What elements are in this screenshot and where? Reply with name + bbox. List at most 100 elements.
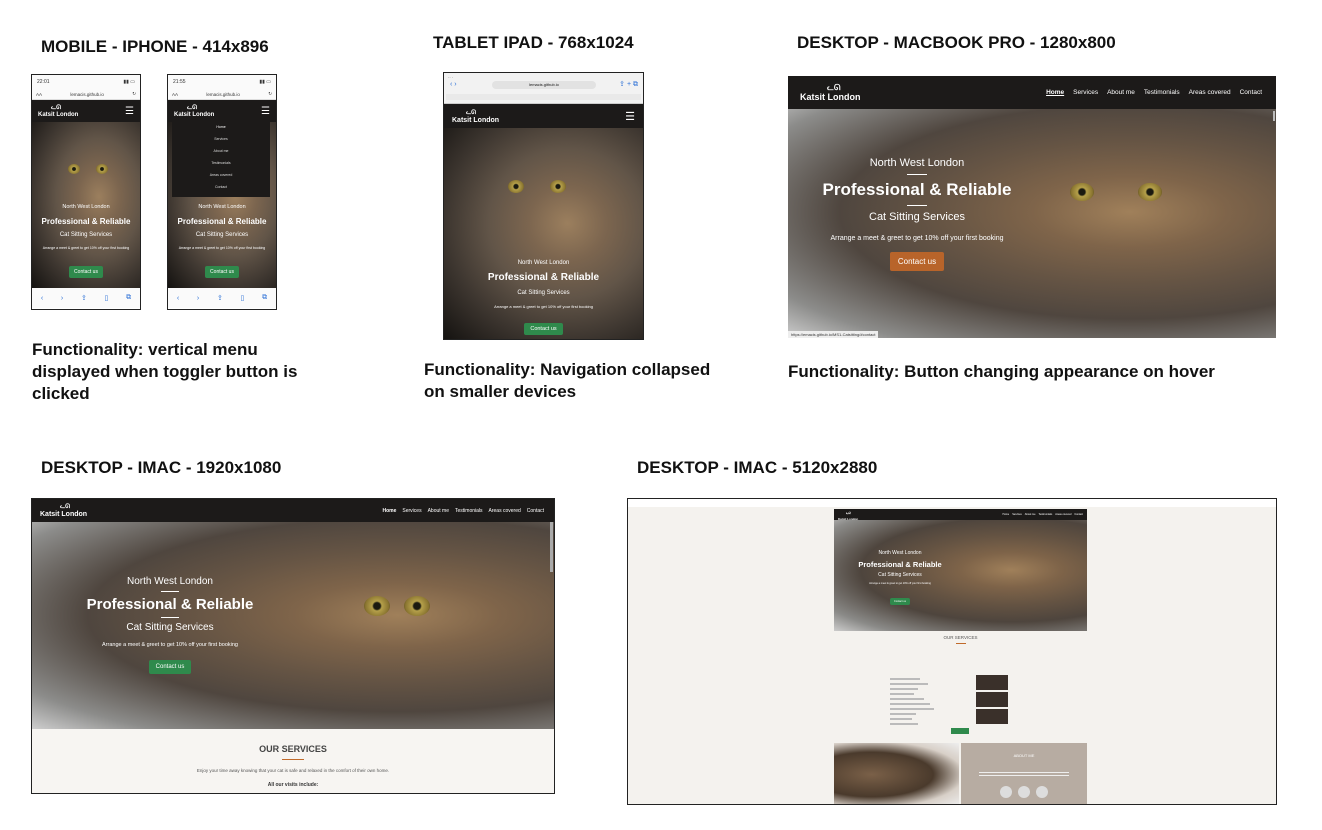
hamburger-icon[interactable]: ☰ [261, 106, 270, 117]
bookmarks-icon[interactable]: ▯ [241, 294, 245, 302]
cat-eye [404, 596, 430, 616]
brand-name[interactable]: Katsit London [174, 112, 214, 118]
service-card[interactable] [976, 692, 1008, 707]
menu-item-about[interactable]: About me [172, 149, 270, 161]
macbook-screenshot: ᓚᘏ Katsit London Home Services About me … [788, 76, 1276, 338]
nav-areas[interactable]: Areas covered [1055, 513, 1071, 516]
nav-contact[interactable]: Contact [527, 508, 544, 514]
cat-eye [550, 180, 566, 193]
share-icon[interactable]: ⇪ [81, 294, 87, 302]
nav-services[interactable]: Services [402, 508, 421, 514]
tabs-icon[interactable]: ⇪ + ⧉ [619, 80, 638, 89]
tabs-icon[interactable]: ⧉ [126, 294, 131, 302]
text-size-button[interactable]: AA [36, 92, 42, 97]
contact-button[interactable]: Contact us [205, 266, 239, 278]
services-title: OUR SERVICES [943, 635, 978, 640]
nav-home[interactable]: Home [1003, 513, 1010, 516]
menu-item-home[interactable]: Home [172, 125, 270, 137]
battery-icon: ▮▮ ▭ [123, 79, 135, 85]
service-card[interactable] [976, 675, 1008, 690]
hero-divider [161, 591, 179, 592]
list-item [890, 693, 914, 695]
reload-icon[interactable]: ↻ [132, 91, 136, 97]
about-photo [834, 743, 959, 804]
brand-name[interactable]: Katsit London [452, 117, 499, 124]
forward-icon[interactable]: › [61, 295, 63, 302]
nav-home[interactable]: Home [383, 508, 397, 514]
nav-testimonials[interactable]: Testimonials [1144, 89, 1180, 96]
cat-eye [96, 164, 108, 174]
hero-section: North West London Professional & Reliabl… [32, 122, 140, 288]
cat-logo-icon: ᓚᘏ [466, 109, 477, 116]
nav-areas[interactable]: Areas covered [489, 508, 521, 514]
back-icon[interactable]: ‹ › [450, 81, 457, 88]
nav-services[interactable]: Services [1012, 513, 1022, 516]
nav-home[interactable]: Home [1046, 89, 1064, 96]
back-icon[interactable]: ‹ [41, 295, 43, 302]
brand-name[interactable]: Katsit London [40, 511, 87, 518]
forward-icon[interactable]: › [197, 295, 199, 302]
hamburger-icon[interactable]: ☰ [125, 106, 134, 117]
address-bar[interactable]: lemacis.github.io [206, 92, 240, 97]
contact-button[interactable]: Contact us [890, 598, 910, 605]
site-preview: ᓚᘏ Katsit London Home Services About me … [834, 509, 1087, 631]
nav-contact[interactable]: Contact [1074, 513, 1083, 516]
nav-areas[interactable]: Areas covered [1189, 89, 1231, 96]
text-size-button[interactable]: AA [172, 92, 178, 97]
hero-offer: Arrange a meet & greet to get 10% off yo… [494, 304, 593, 309]
share-icon[interactable]: ⇪ [217, 294, 223, 302]
nav-about[interactable]: About me [1025, 513, 1036, 516]
hero-location: North West London [517, 260, 570, 266]
functionality-tablet: Functionality: Navigation collapsed on s… [424, 360, 711, 401]
service-card[interactable] [976, 709, 1008, 724]
contact-button[interactable]: Contact us [148, 660, 192, 674]
menu-item-services[interactable]: Services [172, 137, 270, 149]
site-navbar: ᓚᘏ Katsit London ☰ [168, 100, 276, 122]
nav-testimonials[interactable]: Testimonials [455, 508, 483, 514]
hero-offer: Arrange a meet & greet to get 10% off yo… [869, 582, 931, 585]
back-icon[interactable]: ‹ [177, 295, 179, 302]
battery-icon: ▮▮ ▭ [259, 79, 271, 85]
reload-icon[interactable]: ↻ [268, 91, 272, 97]
menu-item-contact[interactable]: Contact [172, 185, 270, 197]
address-bar[interactable]: lemacis.github.io [70, 92, 104, 97]
nav-testimonials[interactable]: Testimonials [1038, 513, 1052, 516]
hero-subtitle: Cat Sitting Services [878, 572, 922, 578]
nav-about[interactable]: About me [428, 508, 449, 514]
imac-5120-screenshot: ᓚᘏ Katsit London Home Services About me … [627, 498, 1277, 805]
bookmarks-icon[interactable]: ▯ [105, 294, 109, 302]
hero-location: North West London [62, 204, 110, 210]
tabs-icon[interactable]: ⧉ [262, 294, 267, 302]
cat-logo-icon: ᓚᘏ [187, 105, 198, 111]
nav-about[interactable]: About me [1107, 89, 1135, 96]
services-button[interactable] [951, 728, 969, 734]
hero-title: Professional & Reliable [177, 217, 267, 226]
address-bar[interactable]: lemacis.github.io [492, 81, 596, 89]
nav-contact[interactable]: Contact [1240, 89, 1262, 96]
hero-title: Professional & Reliable [487, 272, 600, 283]
list-item [890, 688, 918, 690]
menu-item-areas[interactable]: Areas covered [172, 173, 270, 185]
brand-name[interactable]: Katsit London [800, 92, 861, 102]
scrollbar[interactable] [550, 522, 553, 572]
hero-location: North West London [878, 550, 922, 556]
phone-screenshot-menu-open: 21:55 ▮▮ ▭ AA lemacis.github.io ↻ ᓚᘏ Kat… [167, 74, 277, 310]
services-title: OUR SERVICES [259, 744, 327, 754]
brand-name[interactable]: Katsit London [38, 112, 78, 118]
scrollbar[interactable] [1273, 111, 1275, 121]
nav-services[interactable]: Services [1073, 89, 1098, 96]
list-item [890, 723, 918, 725]
hero-subtitle: Cat Sitting Services [517, 290, 570, 296]
contact-button-hover[interactable]: Contact us [889, 252, 945, 271]
services-list [890, 675, 960, 728]
hamburger-icon[interactable]: ☰ [625, 110, 635, 123]
text-line [979, 775, 1069, 776]
tab-strip[interactable] [446, 94, 641, 100]
menu-item-testimonials[interactable]: Testimonials [172, 161, 270, 173]
list-item [890, 703, 930, 705]
contact-button[interactable]: Contact us [524, 323, 563, 335]
contact-button[interactable]: Contact us [69, 266, 103, 278]
list-item [890, 683, 928, 685]
hero-offer: Arrange a meet & greet to get 10% off yo… [830, 235, 1004, 242]
hero-section: Home Services About me Testimonials Area… [168, 122, 276, 288]
